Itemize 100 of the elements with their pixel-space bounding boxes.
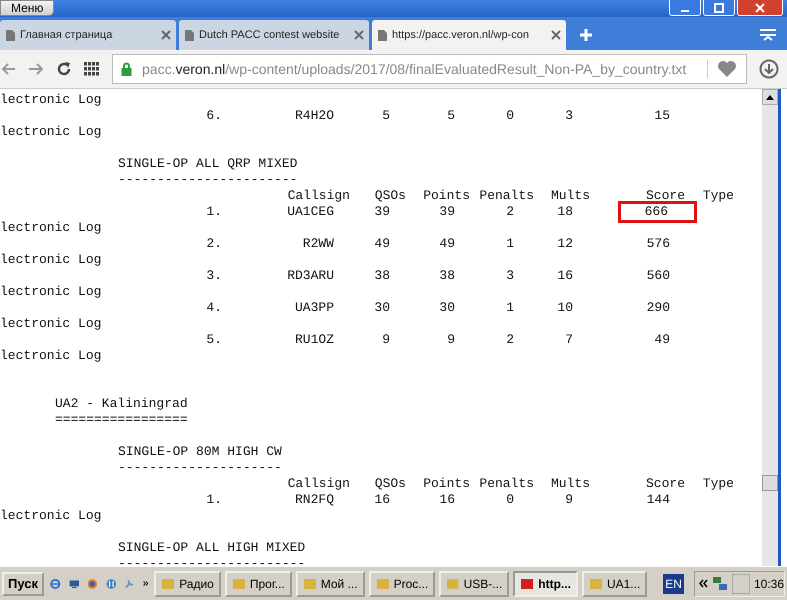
column-header: Mults: [550, 476, 590, 492]
table-cell-text: 0: [505, 492, 514, 508]
category-heading: -----------------------: [118, 172, 298, 187]
table-cell-text: 16: [438, 492, 455, 508]
close-button[interactable]: [737, 0, 783, 16]
language-indicator[interactable]: EN: [663, 574, 684, 594]
minimize-button[interactable]: [669, 0, 701, 16]
task-label: http...: [538, 576, 571, 590]
table-cell-text: R4H2O: [294, 108, 334, 124]
chevron-icon[interactable]: [142, 579, 148, 588]
task-label: USB-...: [464, 576, 502, 590]
window-icon: [446, 576, 460, 590]
grid-icon[interactable]: [84, 62, 100, 76]
close-tab-icon[interactable]: [551, 30, 561, 40]
new-tab-icon[interactable]: [579, 28, 593, 42]
column-header: Penalts: [478, 476, 534, 492]
category-heading: SINGLE-OP 80M HIGH CW: [118, 444, 282, 459]
reload-icon[interactable]: [56, 61, 72, 77]
column-header: Score: [644, 188, 685, 204]
clock: 10:36: [754, 576, 784, 590]
scroll-thumb[interactable]: [762, 475, 778, 491]
window-icon: [520, 576, 534, 590]
taskbar-button[interactable]: http...: [513, 570, 578, 596]
lock-icon: [121, 62, 132, 76]
task-label: Мой ...: [320, 576, 358, 590]
scrollbar[interactable]: [762, 89, 781, 566]
table-cell-text: RN2FQ: [294, 492, 334, 508]
network-icon[interactable]: [712, 576, 728, 592]
chevron-icon[interactable]: [698, 579, 708, 588]
page-icon: [5, 28, 16, 42]
tab-title: Главная страница: [20, 29, 114, 41]
close-tab-icon[interactable]: [161, 30, 171, 40]
log-type-text: lectronic Log: [0, 124, 102, 139]
column-header: Callsign: [286, 476, 350, 492]
table-cell-text: 5: [446, 108, 455, 124]
column-header: Callsign: [286, 188, 350, 204]
table-cell-text: 6.: [205, 108, 222, 124]
scroll-up-icon[interactable]: [766, 94, 774, 100]
category-heading: ---------------------: [118, 460, 282, 475]
forward-icon[interactable]: [28, 62, 44, 76]
log-type-text: lectronic Log: [0, 220, 102, 235]
table-cell-text: 4.: [205, 300, 222, 316]
browser-tab[interactable]: Главная страница: [0, 20, 176, 50]
close-tab-icon[interactable]: [354, 30, 364, 40]
table-cell-text: 12: [556, 236, 573, 252]
table-cell-text: 39: [373, 204, 390, 220]
table-cell-text: 49: [438, 236, 455, 252]
task-label: Радио: [179, 576, 214, 590]
table-cell-text: 38: [438, 268, 455, 284]
table-cell-text: RD3ARU: [286, 268, 334, 284]
taskbar-button[interactable]: Proc...: [368, 570, 436, 596]
log-type-text: lectronic Log: [0, 252, 102, 267]
score-cell: 290: [646, 300, 670, 316]
table-cell-text: 38: [373, 268, 390, 284]
table-cell-text: UA1CEG: [286, 204, 334, 220]
country-heading: UA2 - Kaliningrad: [55, 396, 188, 411]
tab-title: https://pacc.veron.nl/wp-con: [392, 29, 530, 41]
table-cell-text: 2: [505, 332, 514, 348]
address-field[interactable]: pacc.veron.nl/wp-content/uploads/2017/08/finalEvaluatedResult_Non-PA_by_country.txt: [112, 54, 747, 84]
log-type-text: lectronic Log: [0, 508, 102, 523]
table-cell-text: 30: [438, 300, 455, 316]
column-header: Points: [422, 188, 470, 204]
taskbar-button[interactable]: USB-...: [439, 570, 510, 596]
task-label: UA1...: [606, 576, 640, 590]
score-cell: 576: [646, 236, 670, 252]
table-cell-text: 3: [564, 108, 573, 124]
table-cell-text: 7: [564, 332, 573, 348]
maximize-button[interactable]: [703, 0, 735, 16]
table-cell-text: 1.: [205, 204, 222, 220]
column-header: Type: [702, 188, 734, 204]
minimize-icon: [681, 10, 689, 12]
browser-tab[interactable]: Dutch PACC contest website: [179, 20, 369, 50]
back-icon[interactable]: [2, 62, 16, 76]
category-heading: SINGLE-OP ALL QRP MIXED: [118, 156, 298, 171]
country-heading: =================: [55, 412, 188, 427]
table-cell-text: 3.: [205, 268, 222, 284]
category-heading: SINGLE-OP ALL HIGH MIXED: [118, 540, 306, 555]
task-label: Прог...: [250, 576, 285, 590]
task-label: Proc...: [394, 576, 428, 590]
table-cell-text: 9: [381, 332, 390, 348]
score-cell: 560: [646, 268, 670, 284]
score-cell: 15: [654, 108, 670, 124]
start-button[interactable]: Пуск: [2, 572, 44, 596]
page-icon: [184, 28, 195, 42]
taskbar-button[interactable]: Мой ...: [296, 570, 365, 596]
menu-button[interactable]: Меню: [0, 0, 54, 16]
taskbar-button[interactable]: Радио: [154, 570, 221, 596]
table-cell-text: 2.: [205, 236, 222, 252]
browser-tab[interactable]: https://pacc.veron.nl/wp-con: [372, 20, 566, 50]
maximize-icon: [713, 2, 725, 12]
taskbar-button[interactable]: Прог...: [224, 570, 292, 596]
table-cell-text: 0: [505, 108, 514, 124]
column-header: QSOs: [374, 188, 406, 204]
table-cell-text: 39: [438, 204, 455, 220]
download-icon[interactable]: [759, 59, 779, 79]
window-icon: [588, 576, 603, 590]
table-cell-text: 16: [556, 268, 573, 284]
taskbar-button[interactable]: UA1...: [582, 570, 648, 596]
tab-menu-icon[interactable]: [759, 28, 777, 42]
log-type-text: lectronic Log: [0, 284, 102, 299]
